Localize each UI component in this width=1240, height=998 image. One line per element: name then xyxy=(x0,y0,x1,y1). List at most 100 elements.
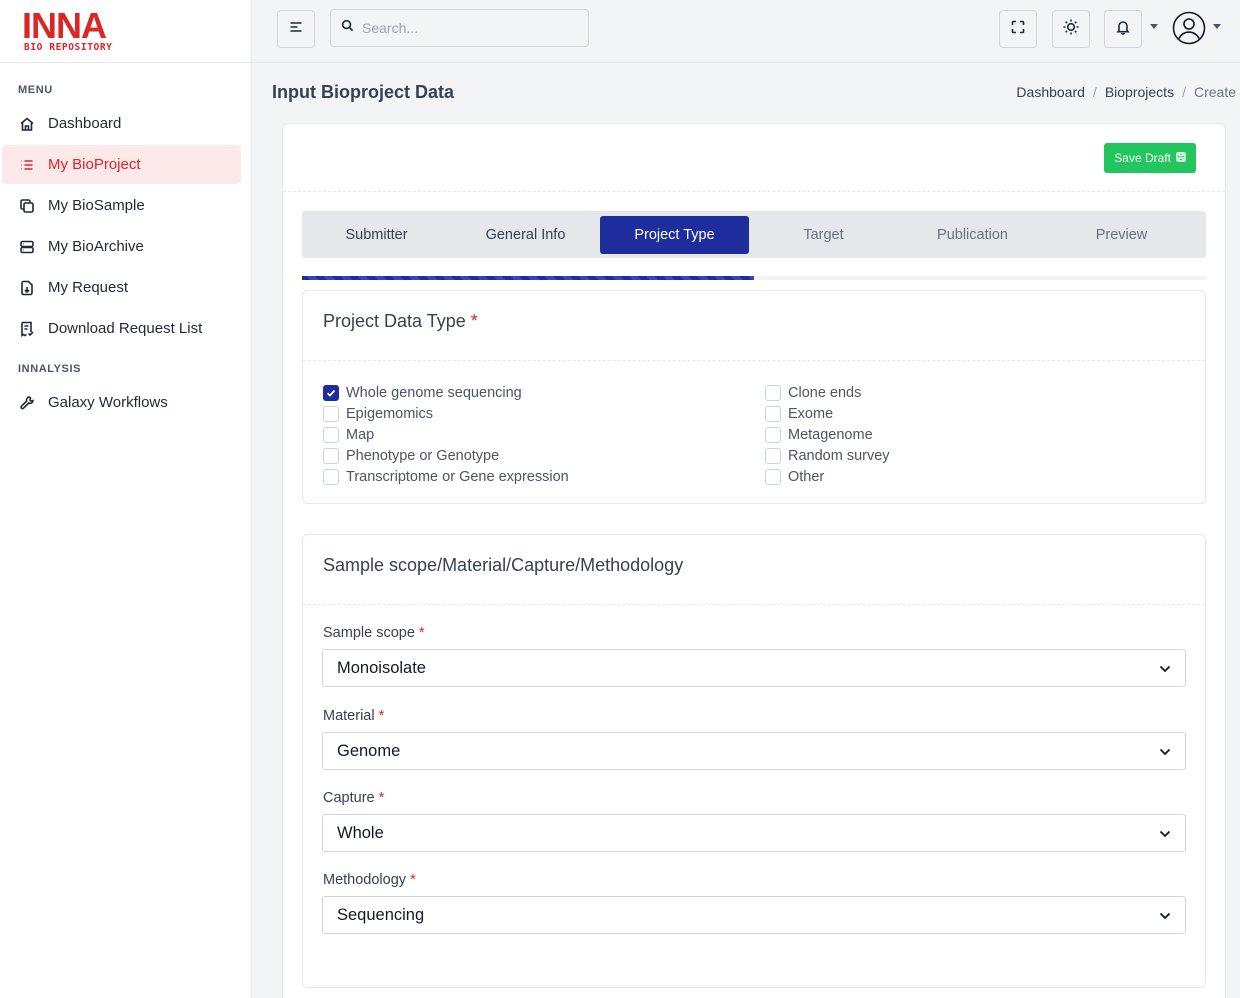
checklist-column-left: Whole genome sequencing Epigemomics Map … xyxy=(323,382,765,487)
sidebar-item-dashboard[interactable]: Dashboard xyxy=(2,104,241,143)
field-label-text: Methodology xyxy=(323,872,407,888)
checkbox-label: Map xyxy=(346,426,375,443)
breadcrumb-dashboard[interactable]: Dashboard xyxy=(1016,84,1085,100)
svg-text:INNA: INNA xyxy=(22,6,107,46)
fullscreen-button[interactable] xyxy=(999,10,1037,48)
data-type-checklist: Whole genome sequencing Epigemomics Map … xyxy=(303,361,1205,487)
card-header: Save Draft xyxy=(283,124,1225,192)
step-preview[interactable]: Preview xyxy=(1047,216,1196,254)
checkbox-label: Metagenome xyxy=(788,426,873,443)
checkbox-unchecked[interactable] xyxy=(323,405,339,422)
inna-logo-icon: INNA BIO REPOSITORY xyxy=(22,6,112,53)
select-value: Genome xyxy=(337,741,401,760)
checklist-column-right: Clone ends Exome Metagenome Random surve… xyxy=(765,382,1205,487)
user-avatar[interactable] xyxy=(1172,11,1206,45)
sidebar-item-galaxy-workflows[interactable]: Galaxy Workflows xyxy=(2,383,241,422)
checkbox-metagenome[interactable]: Metagenome xyxy=(765,424,1205,445)
checkbox-unchecked[interactable] xyxy=(323,468,339,485)
sidebar-item-label: My BioSample xyxy=(48,197,145,214)
field-label-text: Capture xyxy=(323,790,375,806)
page-title: Input Bioproject Data xyxy=(272,82,455,102)
step-submitter[interactable]: Submitter xyxy=(302,216,451,254)
sidebar-item-my-bioproject[interactable]: My BioProject xyxy=(2,145,241,184)
checkbox-unchecked[interactable] xyxy=(765,468,781,485)
required-mark: * xyxy=(470,311,478,331)
project-data-type-panel: Project Data Type * Whole genome sequenc… xyxy=(302,290,1206,504)
sidebar-toggle-button[interactable] xyxy=(277,10,315,48)
checkbox-phenotype-or-genotype[interactable]: Phenotype or Genotype xyxy=(323,445,765,466)
checkbox-transcriptome[interactable]: Transcriptome or Gene expression xyxy=(323,466,765,487)
checkbox-random-survey[interactable]: Random survey xyxy=(765,445,1205,466)
breadcrumb-separator: / xyxy=(1182,84,1186,100)
capture-select[interactable]: Whole xyxy=(322,814,1186,852)
menu-section-label: MENU xyxy=(18,84,53,96)
file-download-icon xyxy=(18,279,36,297)
search-input[interactable] xyxy=(362,20,562,36)
breadcrumb-bioprojects[interactable]: Bioprojects xyxy=(1105,84,1174,100)
sidebar-item-my-biosample[interactable]: My BioSample xyxy=(2,186,241,225)
checkbox-label: Exome xyxy=(788,405,834,422)
checkbox-unchecked[interactable] xyxy=(765,447,781,464)
sidebar-item-label: Download Request List xyxy=(48,320,203,337)
step-project-type[interactable]: Project Type xyxy=(600,215,749,254)
checkbox-whole-genome-sequencing[interactable]: Whole genome sequencing xyxy=(323,382,765,403)
checkbox-unchecked[interactable] xyxy=(765,384,781,401)
sidebar-item-my-request[interactable]: My Request xyxy=(2,268,241,307)
sample-scope-panel: Sample scope/Material/Capture/Methodolog… xyxy=(302,534,1206,988)
required-mark: * xyxy=(418,625,425,641)
checkbox-map[interactable]: Map xyxy=(323,424,765,445)
checkbox-exome[interactable]: Exome xyxy=(765,403,1205,424)
notifications-button[interactable] xyxy=(1104,10,1142,48)
checkbox-other[interactable]: Other xyxy=(765,466,1205,487)
methodology-select[interactable]: Sequencing xyxy=(322,896,1186,934)
notifications-caret-icon[interactable] xyxy=(1150,24,1158,29)
checkbox-label: Epigemomics xyxy=(346,405,434,422)
search-box[interactable] xyxy=(330,9,589,47)
select-value: Sequencing xyxy=(337,905,425,924)
chevron-down-icon xyxy=(1159,659,1171,678)
checkbox-epigemomics[interactable]: Epigemomics xyxy=(323,403,765,424)
theme-toggle-button[interactable] xyxy=(1052,10,1090,48)
breadcrumb: Dashboard / Bioprojects / Create xyxy=(1016,84,1236,100)
sidebar-item-label: My BioProject xyxy=(48,156,141,173)
save-draft-label: Save Draft xyxy=(1114,151,1171,165)
search-icon xyxy=(341,19,354,37)
sidebar: INNA BIO REPOSITORY MENU Dashboard My Bi… xyxy=(0,0,252,998)
panel-title: Project Data Type * xyxy=(303,291,1205,361)
breadcrumb-create: Create xyxy=(1193,84,1236,100)
wizard-steps: Submitter General Info Project Type Targ… xyxy=(302,211,1206,258)
required-mark: * xyxy=(410,872,416,888)
step-target[interactable]: Target xyxy=(749,216,898,254)
checkbox-label: Transcriptome or Gene expression xyxy=(346,468,569,485)
checkbox-unchecked[interactable] xyxy=(765,426,781,443)
bioproject-form-card: Save Draft Submitter General Info Projec… xyxy=(282,123,1226,998)
checkbox-label: Phenotype or Genotype xyxy=(346,447,500,464)
material-select[interactable]: Genome xyxy=(322,732,1186,770)
checkbox-clone-ends[interactable]: Clone ends xyxy=(765,382,1205,403)
checkbox-unchecked[interactable] xyxy=(765,405,781,422)
save-draft-button[interactable]: Save Draft xyxy=(1104,143,1196,173)
methodology-label: Methodology * xyxy=(323,872,1205,888)
sample-scope-select[interactable]: Monoisolate xyxy=(322,649,1186,687)
sidebar-item-download-request-list[interactable]: Download Request List xyxy=(2,309,241,348)
checkbox-unchecked[interactable] xyxy=(323,426,339,443)
select-value: Whole xyxy=(337,823,384,842)
sidebar-item-label: Dashboard xyxy=(48,115,122,132)
required-mark: * xyxy=(378,708,385,724)
topbar xyxy=(252,0,1240,63)
step-general-info[interactable]: General Info xyxy=(451,216,600,254)
checkbox-label: Random survey xyxy=(788,447,890,464)
checkbox-unchecked[interactable] xyxy=(323,447,339,464)
checkbox-checked[interactable] xyxy=(323,384,339,401)
user-menu-caret-icon[interactable] xyxy=(1213,24,1221,29)
sample-scope-fields: Sample scope * Monoisolate Material * Ge… xyxy=(303,605,1205,934)
receipt-icon xyxy=(18,320,36,338)
innalysis-section-label: INNALYSIS xyxy=(18,363,82,375)
step-publication[interactable]: Publication xyxy=(898,216,1047,254)
breadcrumb-separator: / xyxy=(1092,84,1097,100)
field-label-text: Material xyxy=(323,708,375,724)
sidebar-item-my-bioarchive[interactable]: My BioArchive xyxy=(2,227,241,266)
brand-logo[interactable]: INNA BIO REPOSITORY xyxy=(0,0,251,63)
sample-scope-label: Sample scope * xyxy=(323,625,1205,641)
save-icon xyxy=(1176,151,1186,165)
